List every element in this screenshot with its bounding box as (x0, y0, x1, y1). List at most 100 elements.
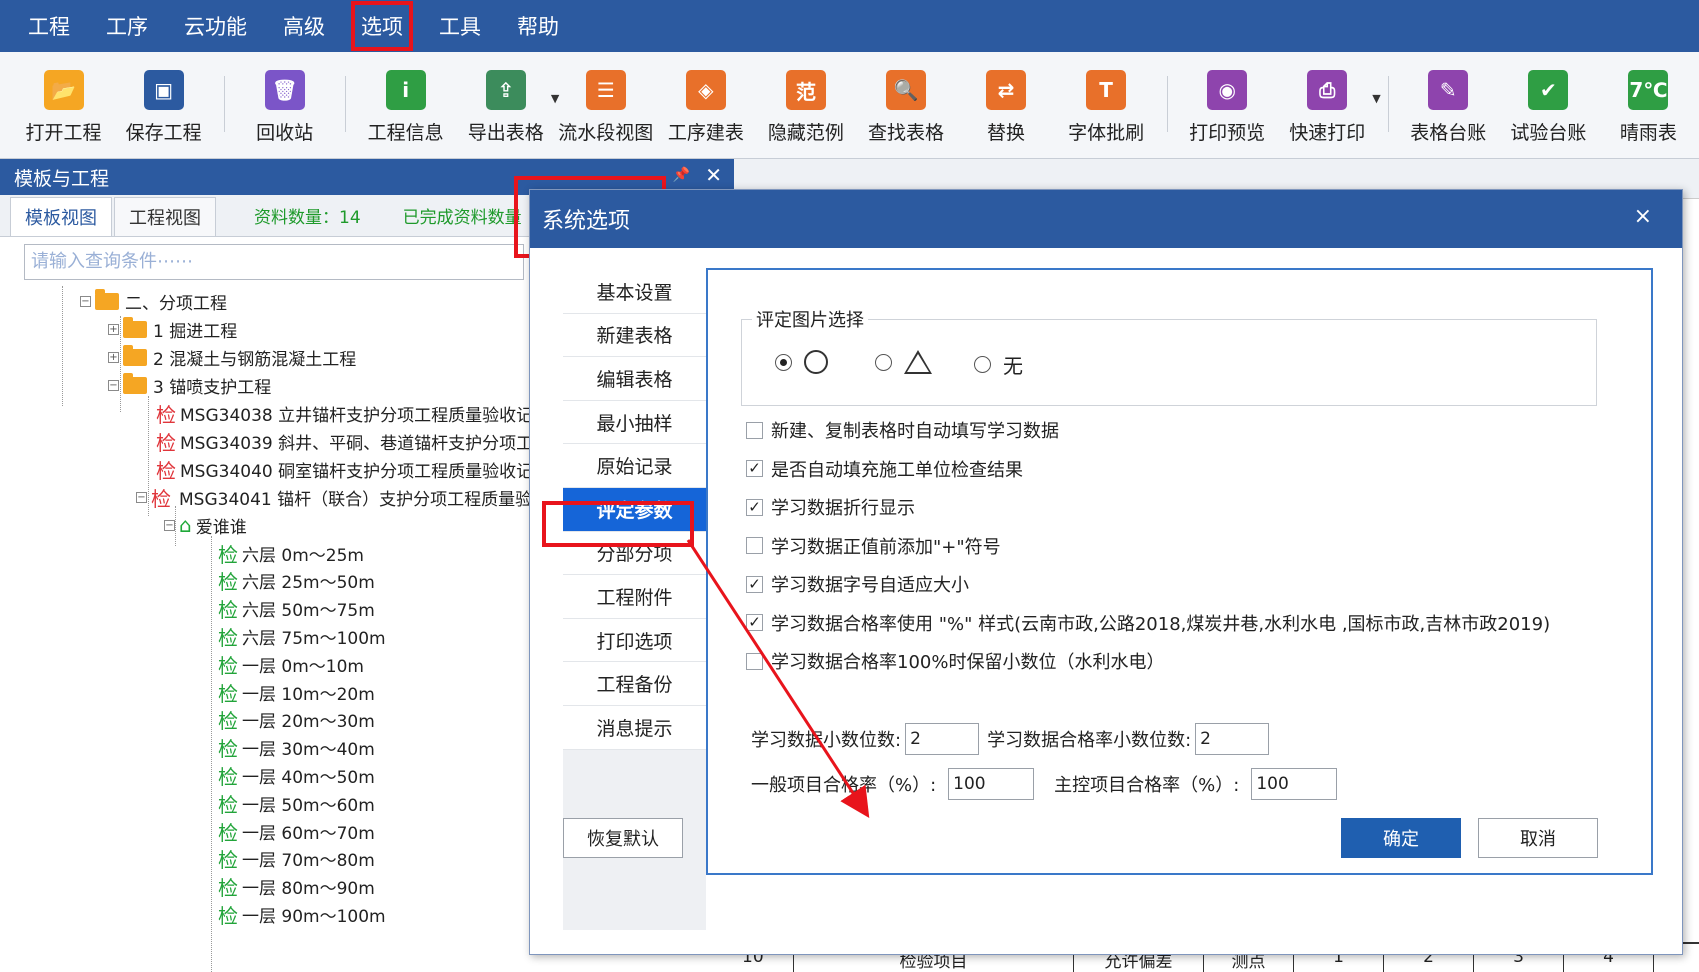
rate-decimals-input[interactable]: 2 (1195, 723, 1270, 755)
tree-leaf[interactable]: 检一层 10m～20m (218, 677, 375, 707)
search-input[interactable]: 请输入查询条件⋯⋯ (24, 244, 524, 280)
ribbon-button[interactable]: 范隐藏范例 (756, 70, 855, 145)
radio-none[interactable]: 无 (974, 350, 1023, 379)
checkbox[interactable] (746, 421, 763, 439)
option-checkbox-row[interactable]: 新建、复制表格时自动填写学习数据 (746, 417, 1059, 443)
tree-node[interactable]: + 2 混凝土与钢筋混凝土工程 (108, 342, 356, 372)
tree-leaf[interactable]: 检一层 70m～80m (218, 844, 375, 874)
tree-leaf[interactable]: 检六层 25m～50m (218, 566, 375, 596)
tab-template-view[interactable]: 模板视图 (10, 197, 112, 236)
tree-leaf[interactable]: 检一层 30m～40m (218, 733, 375, 763)
nav-item[interactable]: 原始记录 (563, 444, 706, 488)
tree-node[interactable]: 检 MSG34040 硐室锚杆支护分项工程质量验收记 (156, 454, 533, 484)
ribbon-button[interactable]: ⎙ 快速打印 ▼ (1278, 70, 1381, 145)
collapse-icon[interactable]: − (136, 491, 147, 503)
nav-item[interactable]: 工程附件 (563, 575, 706, 619)
dropdown-arrow-icon[interactable]: ▼ (1372, 92, 1380, 105)
tree-node[interactable]: − ⌂ 爱谁谁 (164, 510, 247, 540)
nav-item[interactable]: 基本设置 (563, 270, 706, 314)
tree-node[interactable]: 检 MSG34038 立井锚杆支护分项工程质量验收记 (156, 398, 533, 428)
ribbon-button[interactable]: ✔ 试验台账 (1499, 70, 1598, 145)
option-checkbox-row[interactable]: ✓ 学习数据合格率使用 "%" 样式(云南市政,公路2018,煤炭井巷,水利水电 … (746, 610, 1550, 636)
tree-leaf-label: 一层 30m～40m (242, 740, 375, 761)
ribbon-button[interactable]: 🗑 回收站 (235, 70, 334, 145)
tab-project-view[interactable]: 工程视图 (114, 197, 216, 236)
tree-node[interactable]: + 1 掘进工程 (108, 314, 237, 344)
pin-icon[interactable]: 📌 (673, 167, 690, 183)
ribbon-button[interactable]: ⇄ 替换 (957, 70, 1056, 145)
checkbox[interactable]: ✓ (746, 498, 763, 516)
tree-node-selected[interactable]: − 检 MSG34041 锚杆（联合）支护分项工程质量验 (136, 482, 536, 512)
tree-leaf-label: 一层 80m～90m (242, 879, 375, 900)
tree-leaf[interactable]: 检六层 0m～25m (218, 538, 364, 568)
tree-node-label: 1 掘进工程 (153, 321, 238, 342)
inspection-icon: 检 (218, 737, 238, 762)
ok-button[interactable]: 确定 (1341, 818, 1461, 858)
radio-icon[interactable] (775, 353, 792, 371)
tree-leaf[interactable]: 检六层 75m～100m (218, 621, 386, 651)
collapse-icon[interactable]: − (108, 379, 119, 391)
ribbon-button[interactable]: ☰ 流水段视图 (556, 70, 655, 145)
tree-leaf[interactable]: 检一层 60m～70m (218, 816, 375, 846)
ribbon-button[interactable]: ◈ 工序建表 (656, 70, 755, 145)
ribbon-button[interactable]: 7℃ 晴雨表 (1599, 70, 1698, 145)
option-checkbox-row[interactable]: ✓ 学习数据折行显示 (746, 494, 915, 520)
radio-icon[interactable] (875, 353, 892, 371)
checkbox[interactable]: ✓ (746, 460, 763, 477)
expand-icon[interactable]: + (108, 351, 119, 363)
tree-leaf[interactable]: 检一层 20m～30m (218, 705, 375, 735)
checkbox[interactable] (746, 537, 763, 554)
ribbon-button[interactable]: i 工程信息 (356, 70, 455, 145)
close-icon[interactable]: ✕ (705, 163, 722, 187)
main-rate-input[interactable]: 100 (1251, 768, 1338, 800)
close-icon[interactable]: × (1634, 204, 1652, 229)
general-rate-input[interactable]: 100 (948, 768, 1035, 800)
tree-leaf[interactable]: 检一层 80m～90m (218, 872, 375, 902)
tree-leaf[interactable]: 检六层 50m～75m (218, 594, 375, 624)
tree-leaf[interactable]: 检一层 90m～100m (218, 899, 386, 929)
ribbon-button[interactable]: 📂 打开工程 (14, 70, 113, 145)
decimals-input[interactable]: 2 (905, 723, 980, 755)
menu-project[interactable]: 工程 (28, 11, 70, 41)
nav-item[interactable]: 消息提示 (563, 705, 706, 750)
collapse-icon[interactable]: − (80, 295, 91, 307)
ribbon-button[interactable]: ◉ 打印预览 (1178, 70, 1277, 145)
tree-leaf[interactable]: 检一层 40m～50m (218, 760, 375, 790)
menu-cloud[interactable]: 云功能 (184, 11, 247, 41)
nav-item[interactable]: 新建表格 (563, 313, 706, 358)
expand-icon[interactable]: + (108, 323, 119, 335)
ribbon-button[interactable]: ✎ 表格台账 (1399, 70, 1498, 145)
option-checkbox-row[interactable]: ✓ 是否自动填充施工单位检查结果 (746, 456, 1023, 482)
option-checkbox-row[interactable]: 学习数据正值前添加"+"符号 (746, 533, 1001, 559)
tree-leaf[interactable]: 检一层 50m～60m (218, 788, 375, 818)
checkbox[interactable]: ✓ (746, 575, 763, 593)
menu-tools[interactable]: 工具 (439, 11, 481, 41)
menu-help[interactable]: 帮助 (517, 11, 559, 41)
tree-node[interactable]: − 二、分项工程 (80, 286, 227, 316)
nav-item[interactable]: 编辑表格 (563, 357, 706, 401)
checkbox[interactable] (746, 652, 763, 670)
menu-advanced[interactable]: 高级 (283, 11, 325, 41)
radio-circle[interactable] (775, 350, 828, 374)
ribbon-button[interactable]: ⇪ 导出表格 ▼ (456, 70, 559, 145)
option-checkbox-row[interactable]: ✓ 学习数据字号自适应大小 (746, 571, 969, 597)
ribbon-button[interactable]: ▣ 保存工程 (114, 70, 213, 145)
tree-leaf[interactable]: 检一层 0m～10m (218, 649, 364, 679)
cancel-button[interactable]: 取消 (1478, 818, 1598, 858)
menu-options[interactable]: 选项 (351, 1, 413, 51)
option-checkbox-row[interactable]: 学习数据合格率100%时保留小数位（水利水电） (746, 648, 1164, 674)
tree-leaf-label: 一层 70m～80m (242, 851, 375, 872)
nav-item[interactable]: 最小抽样 (563, 400, 706, 445)
restore-default-button[interactable]: 恢复默认 (563, 818, 683, 858)
tree-node[interactable]: − 3 锚喷支护工程 (108, 370, 271, 400)
ribbon-button[interactable]: T 字体批刷 (1057, 70, 1156, 145)
nav-item[interactable]: 打印选项 (563, 618, 706, 663)
collapse-icon[interactable]: − (164, 519, 175, 531)
menu-process[interactable]: 工序 (106, 11, 148, 41)
radio-icon[interactable] (974, 356, 991, 373)
radio-triangle[interactable] (875, 350, 932, 374)
nav-item[interactable]: 工程备份 (563, 662, 706, 706)
tree-node[interactable]: 检 MSG34039 斜井、平硐、巷道锚杆支护分项工 (156, 426, 533, 456)
ribbon-button[interactable]: 🔍 查找表格 (856, 70, 955, 145)
checkbox[interactable]: ✓ (746, 614, 763, 631)
